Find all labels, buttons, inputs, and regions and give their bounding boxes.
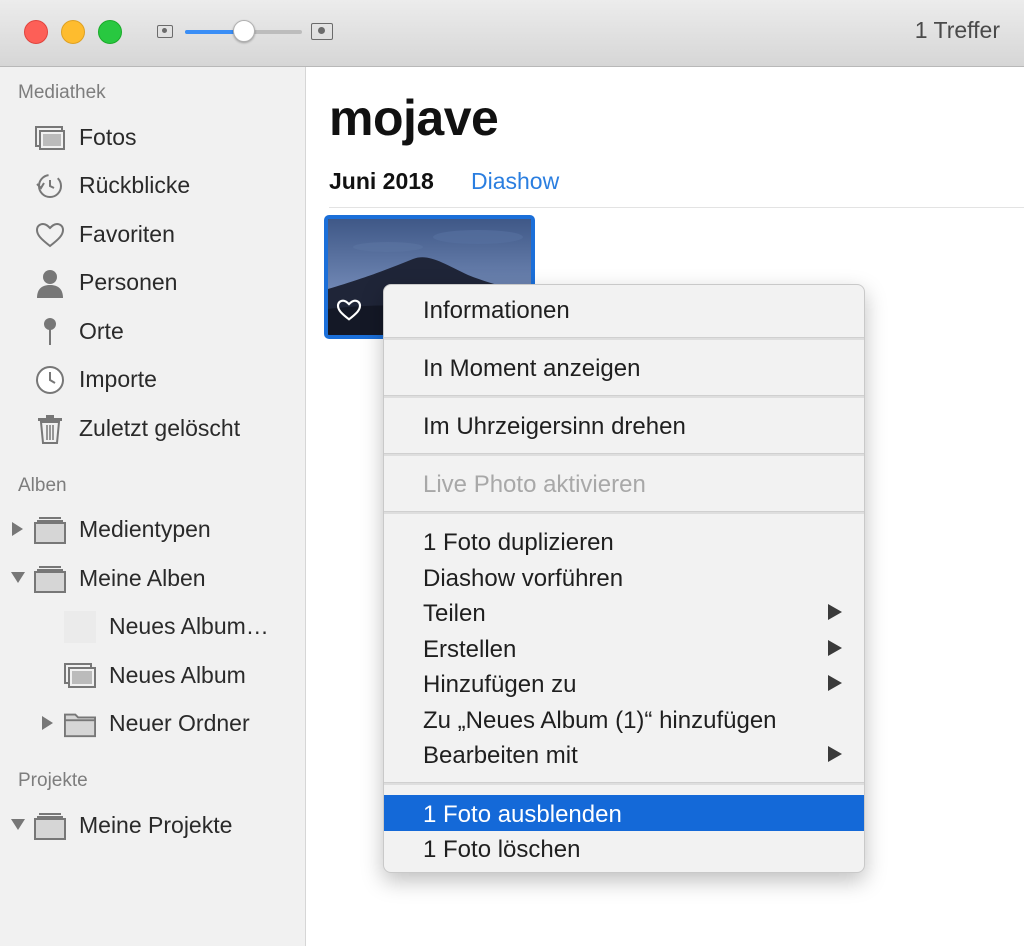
moment-date: Juni 2018 (329, 168, 434, 194)
menu-item-label: Im Uhrzeigersinn drehen (423, 413, 686, 440)
sidebar-item-favorites[interactable]: Favoriten (0, 214, 306, 254)
pin-icon (34, 318, 66, 346)
menu-item-label: Erstellen (423, 636, 517, 663)
sidebar-item-recently-deleted[interactable]: Zuletzt gelöscht (0, 408, 306, 448)
close-window-button[interactable] (24, 20, 48, 44)
submenu-arrow-icon (828, 746, 842, 762)
trash-icon (34, 415, 66, 444)
search-match-count: 1 Treffer (914, 17, 1000, 43)
section-title-albums: Alben (18, 475, 67, 496)
slider-knob[interactable] (232, 20, 255, 42)
disclosure-triangle-expanded[interactable] (11, 572, 25, 583)
album-icon (34, 565, 66, 593)
person-icon (34, 269, 66, 298)
menu-item-label: 1 Foto ausblenden (423, 801, 622, 828)
menu-item-delete-photo[interactable]: 1 Foto löschen (384, 830, 864, 866)
sidebar-item-label: Personen (79, 269, 178, 295)
section-title-projects: Projekte (18, 770, 88, 791)
menu-item-label: In Moment anzeigen (423, 355, 641, 382)
disclosure-triangle-expanded[interactable] (11, 819, 25, 830)
menu-separator (384, 395, 864, 398)
sidebar-item-label: Favoriten (79, 221, 175, 247)
menu-item-hide-photo[interactable]: 1 Foto ausblenden (384, 795, 864, 831)
disclosure-triangle-collapsed[interactable] (42, 716, 53, 730)
menu-item-label: 1 Foto löschen (423, 836, 581, 863)
submenu-arrow-icon (828, 640, 842, 656)
sidebar-item-label: Medientypen (79, 516, 211, 542)
sidebar-item-label: Fotos (79, 124, 137, 150)
sidebar-item-media-types[interactable]: Medientypen (0, 509, 306, 549)
clock-icon (34, 366, 66, 394)
sidebar-item-my-projects[interactable]: Meine Projekte (0, 805, 306, 845)
sidebar: Mediathek Fotos Rückblicke Favoriten Per… (0, 67, 306, 946)
menu-separator (384, 782, 864, 785)
menu-separator (384, 337, 864, 340)
sidebar-item-label: Zuletzt gelöscht (79, 415, 241, 441)
section-title-library: Mediathek (18, 82, 106, 103)
sidebar-item-label: Neuer Ordner (109, 710, 250, 736)
sidebar-item-photos[interactable]: Fotos (0, 117, 306, 157)
disclosure-triangle-collapsed[interactable] (12, 522, 23, 536)
album-icon (34, 516, 66, 544)
menu-item-play-slideshow[interactable]: Diashow vorführen (384, 559, 864, 595)
small-thumbnail-icon (157, 25, 173, 38)
sidebar-item-label: Meine Projekte (79, 812, 233, 838)
menu-item-create[interactable]: Erstellen (384, 630, 864, 666)
sidebar-item-label: Neues Album… (109, 613, 269, 639)
menu-separator (384, 511, 864, 514)
menu-item-label: Informationen (423, 297, 570, 324)
divider (329, 207, 1024, 208)
menu-item-share[interactable]: Teilen (384, 594, 864, 630)
context-menu: Informationen In Moment anzeigen Im Uhrz… (383, 284, 865, 873)
sidebar-item-new-album[interactable]: Neues Album (0, 655, 306, 695)
sidebar-item-places[interactable]: Orte (0, 311, 306, 351)
menu-item-label: Hinzufügen zu (423, 671, 577, 698)
menu-item-label: Live Photo aktivieren (423, 471, 646, 498)
folder-icon (64, 710, 96, 738)
memories-icon (34, 172, 66, 200)
menu-item-label: Bearbeiten mit (423, 742, 578, 769)
sidebar-item-memories[interactable]: Rückblicke (0, 165, 306, 205)
sidebar-item-people[interactable]: Personen (0, 262, 306, 302)
sidebar-item-my-albums[interactable]: Meine Alben (0, 558, 306, 598)
favorite-heart-icon[interactable] (336, 299, 362, 321)
menu-item-add-to-new-album-1[interactable]: Zu „Neues Album (1)“ hinzufügen (384, 701, 864, 737)
menu-item-label: Teilen (423, 600, 486, 627)
menu-item-info[interactable]: Informationen (384, 291, 864, 327)
sidebar-item-new-album-ellipsis[interactable]: Neues Album… (0, 606, 306, 646)
window-toolbar: 1 Treffer (0, 0, 1024, 67)
sidebar-item-label: Importe (79, 366, 157, 392)
menu-item-edit-with[interactable]: Bearbeiten mit (384, 736, 864, 772)
zoom-window-button[interactable] (98, 20, 122, 44)
heart-icon (34, 221, 66, 249)
sidebar-item-label: Meine Alben (79, 565, 206, 591)
menu-item-rotate-clockwise[interactable]: Im Uhrzeigersinn drehen (384, 407, 864, 443)
submenu-arrow-icon (828, 604, 842, 620)
menu-item-add-to[interactable]: Hinzufügen zu (384, 665, 864, 701)
photos-icon (34, 124, 66, 152)
minimize-window-button[interactable] (61, 20, 85, 44)
large-thumbnail-icon (311, 23, 333, 40)
sidebar-item-imports[interactable]: Importe (0, 359, 306, 399)
page-title: mojave (329, 90, 499, 146)
menu-item-show-in-moment[interactable]: In Moment anzeigen (384, 349, 864, 385)
menu-item-label: 1 Foto duplizieren (423, 529, 614, 556)
submenu-arrow-icon (828, 675, 842, 691)
menu-separator (384, 453, 864, 456)
sidebar-item-label: Rückblicke (79, 172, 191, 198)
menu-item-label: Zu „Neues Album (1)“ hinzufügen (423, 707, 777, 734)
empty-album-icon (64, 611, 96, 643)
sidebar-item-label: Neues Album (109, 662, 246, 688)
menu-item-label: Diashow vorführen (423, 565, 624, 592)
sidebar-item-label: Orte (79, 318, 124, 344)
slideshow-link[interactable]: Diashow (471, 168, 559, 195)
menu-item-duplicate[interactable]: 1 Foto duplizieren (384, 523, 864, 559)
sidebar-item-new-folder[interactable]: Neuer Ordner (0, 703, 306, 743)
menu-item-enable-live-photo: Live Photo aktivieren (384, 465, 864, 501)
album-icon (64, 662, 96, 690)
album-icon (34, 812, 66, 840)
